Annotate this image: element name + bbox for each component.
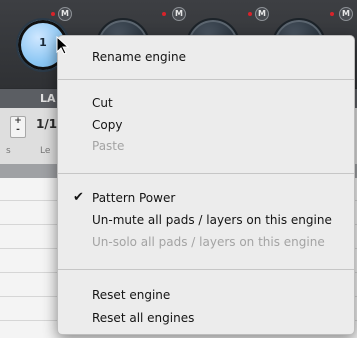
mute-badge[interactable]: M xyxy=(58,7,72,21)
section-label: LA xyxy=(40,92,56,105)
mute-badge[interactable]: M xyxy=(255,7,269,21)
menu-separator xyxy=(58,269,354,270)
small-label: Le xyxy=(40,146,51,156)
engine-status-dot xyxy=(330,12,334,16)
engine-status-dot xyxy=(248,12,252,16)
checkmark-icon: ✔ xyxy=(73,190,84,205)
menu-item-reset-engine[interactable]: Reset engine xyxy=(92,288,170,302)
menu-item-unsolo-all: Un-solo all pads / layers on this engine xyxy=(92,235,325,249)
menu-item-unmute-all[interactable]: Un-mute all pads / layers on this engine xyxy=(92,213,332,227)
menu-separator xyxy=(58,79,354,80)
menu-item-rename-engine[interactable]: Rename engine xyxy=(92,50,186,64)
menu-item-copy[interactable]: Copy xyxy=(92,118,122,132)
menu-separator xyxy=(58,173,354,174)
mouse-cursor-icon xyxy=(56,36,70,55)
small-label: s xyxy=(6,146,11,156)
fraction-value[interactable]: 1/1 xyxy=(36,117,57,131)
engine-status-dot xyxy=(162,12,166,16)
menu-item-reset-all-engines[interactable]: Reset all engines xyxy=(92,311,194,325)
menu-item-paste: Paste xyxy=(92,139,125,153)
context-menu: Rename engine Cut Copy Paste ✔ Pattern P… xyxy=(57,35,355,335)
engine-status-dot xyxy=(51,12,55,16)
menu-item-cut[interactable]: Cut xyxy=(92,96,113,110)
mute-badge[interactable]: M xyxy=(339,7,353,21)
plus-minus-stepper[interactable]: + - xyxy=(10,116,26,138)
mute-badge[interactable]: M xyxy=(172,7,186,21)
menu-item-pattern-power[interactable]: Pattern Power xyxy=(92,191,175,205)
